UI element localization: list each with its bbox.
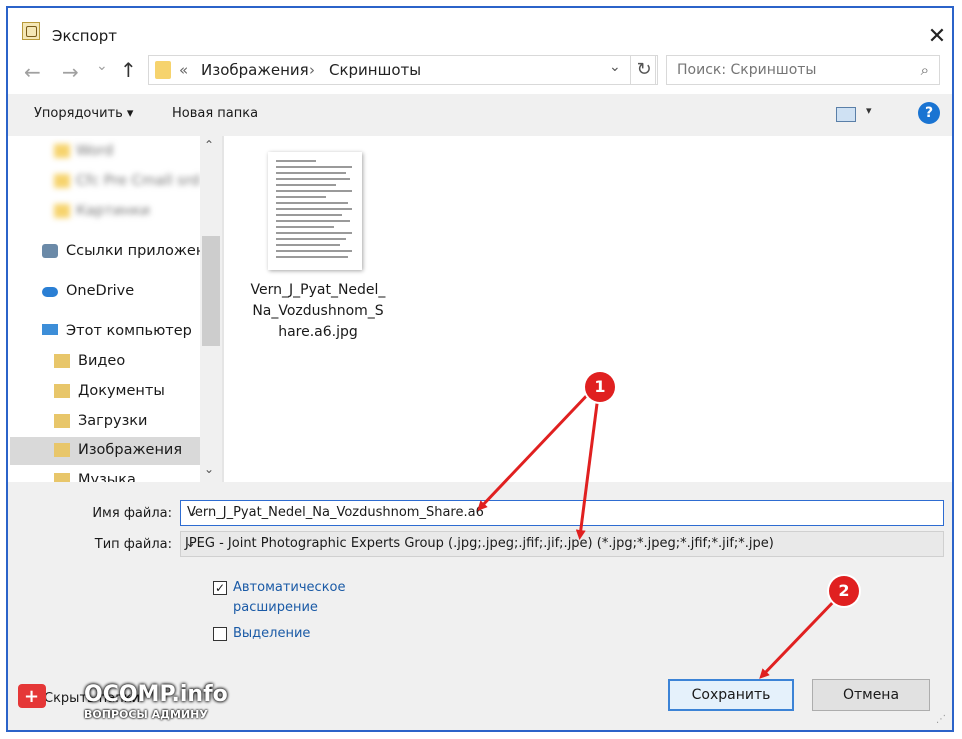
annotation-badge-2: 2 xyxy=(829,576,859,606)
arrow-to-filetype xyxy=(575,395,600,540)
arrow-to-save xyxy=(759,595,840,679)
annotation-arrows xyxy=(477,388,840,679)
arrow-to-filename xyxy=(477,388,594,511)
annotation-badge-1: 1 xyxy=(585,372,615,402)
